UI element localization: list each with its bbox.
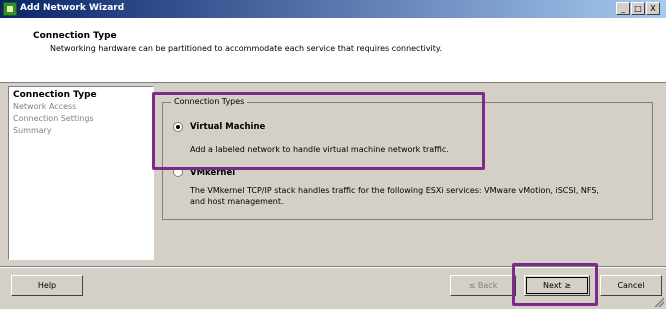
step-network-access: Network Access [13, 102, 77, 111]
wizard-steps: Connection Type Network Access Connectio… [8, 86, 154, 260]
step-summary: Summary [13, 126, 52, 135]
back-button[interactable]: ≤ Back [450, 275, 516, 296]
help-button[interactable]: Help [11, 275, 83, 296]
next-button-highlight [512, 263, 598, 306]
vmkernel-description-line1: The VMkernel TCP/IP stack handles traffi… [190, 186, 599, 195]
maximize-button[interactable]: □ [631, 2, 645, 15]
page-title: Connection Type [33, 31, 117, 41]
virtual-machine-highlight [152, 92, 485, 170]
minimize-button[interactable]: _ [616, 2, 630, 15]
step-connection-type[interactable]: Connection Type [13, 89, 149, 101]
cancel-button[interactable]: Cancel [600, 275, 662, 296]
page-subtitle: Networking hardware can be partitioned t… [50, 44, 443, 53]
wizard-icon [3, 2, 17, 16]
close-button[interactable]: X [646, 2, 660, 15]
vmkernel-description-line2: and host management. [190, 197, 284, 206]
window-title: Add Network Wizard [20, 3, 125, 13]
wizard-header: Connection Type Networking hardware can … [0, 18, 666, 83]
resize-grip-icon[interactable] [654, 297, 664, 307]
title-bar: Add Network Wizard _ □ X [0, 0, 666, 18]
step-connection-settings: Connection Settings [13, 114, 94, 123]
